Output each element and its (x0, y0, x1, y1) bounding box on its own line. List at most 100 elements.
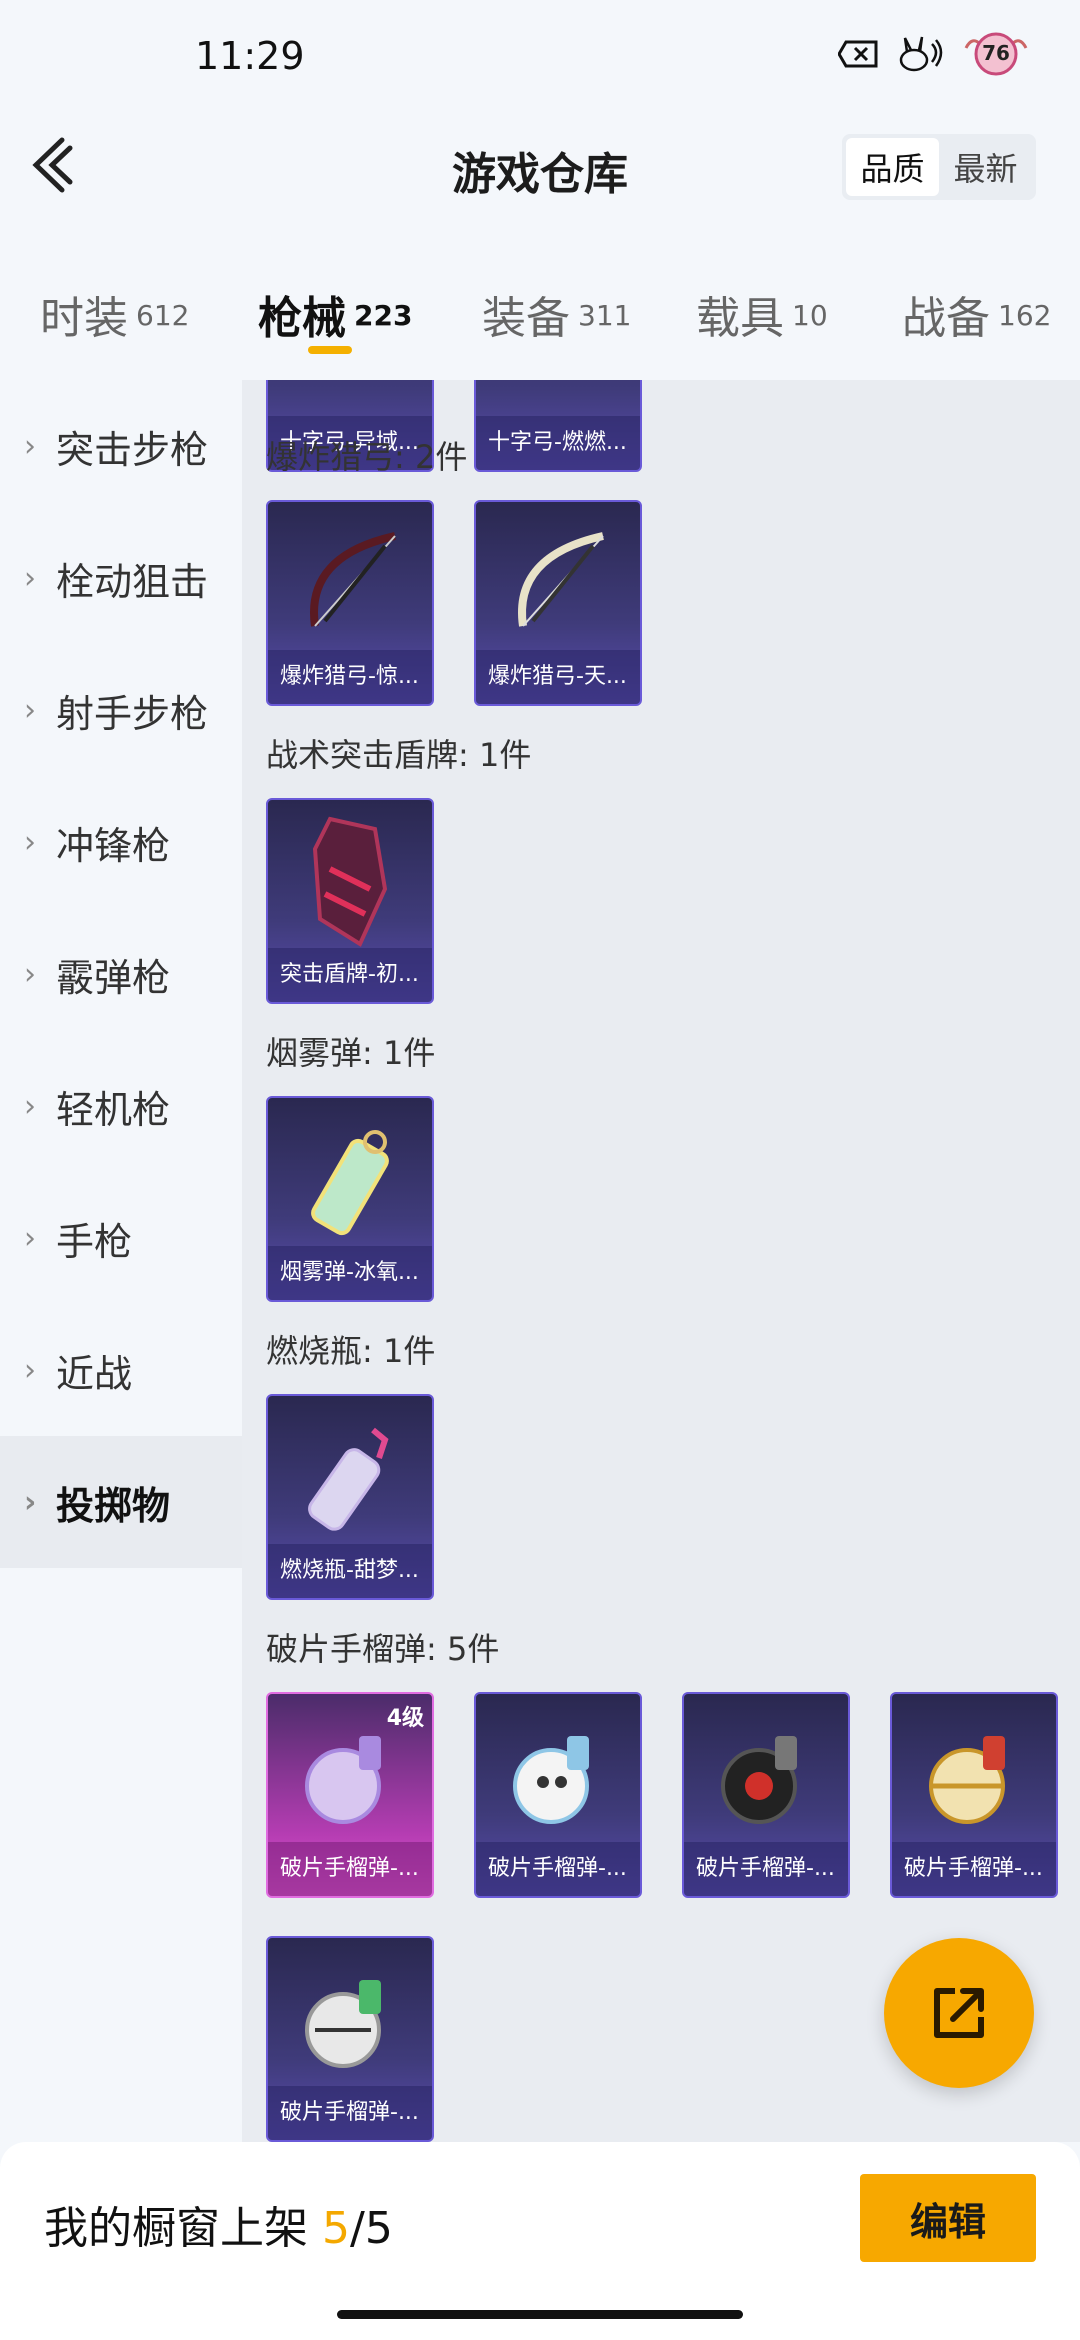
item-card[interactable]: 爆炸猎弓-惊... (266, 500, 434, 706)
item-card[interactable]: 破片手榴弹-... (474, 1692, 642, 1898)
item-card[interactable]: 烟雾弹-冰氧... (266, 1096, 434, 1302)
sidebar-item-bolt-sniper[interactable]: › 栓动狙击 (0, 512, 242, 644)
sidebar-item-label: 手枪 (56, 1219, 133, 1264)
item-name: 破片手榴弹-... (684, 1842, 848, 1896)
item-card[interactable]: 破片手榴弹-... (682, 1692, 850, 1898)
chevron-right-icon: › (24, 824, 36, 860)
grenade-icon (476, 1708, 640, 1838)
tab-count: 612 (136, 299, 190, 332)
status-icons: 76 (838, 30, 1028, 78)
chevron-right-icon: › (24, 428, 36, 464)
grenade-icon (684, 1708, 848, 1838)
item-card[interactable]: 十字弓-燃燃... (474, 380, 642, 472)
sidebar-item-label: 轻机枪 (56, 1087, 171, 1132)
sort-quality-button[interactable]: 品质 (846, 138, 939, 196)
tab-count: 311 (578, 299, 632, 332)
tab-count: 10 (792, 299, 828, 332)
showcase-bar: 我的橱窗上架 5/5 编辑 (0, 2142, 1080, 2340)
home-indicator[interactable] (337, 2310, 743, 2319)
notification-icon (838, 40, 878, 68)
item-card[interactable]: 突击盾牌-初... (266, 798, 434, 1004)
sidebar: › 突击步枪 › 栓动狙击 › 射手步枪 › 冲锋枪 › 霰弹枪 › 轻机枪 › 手枪 › 近战… (0, 380, 242, 2142)
item-name: 破片手榴弹-... (268, 2086, 432, 2140)
item-card[interactable]: 燃烧瓶-甜梦... (266, 1394, 434, 1600)
chevron-right-icon: › (24, 1484, 37, 1520)
item-grid: 十字弓-异域... 十字弓-燃燃... 爆炸猎弓: 2件 爆炸猎弓-惊... 爆… (242, 380, 1080, 2142)
tab-label: 枪械 (258, 293, 346, 344)
active-tab-indicator (308, 346, 352, 354)
showcase-status: 我的橱窗上架 5/5 (44, 2192, 393, 2256)
showcase-total: /5 (350, 2203, 393, 2254)
molotov-icon (268, 1410, 432, 1540)
item-name: 爆炸猎弓-天... (476, 650, 640, 704)
sidebar-item-label: 霰弹枪 (56, 955, 171, 1000)
tab-label: 战备 (902, 293, 990, 344)
tab-guns[interactable]: 枪械 223 (258, 282, 412, 346)
tab-fashion[interactable]: 时装 612 (40, 282, 189, 346)
item-name: 爆炸猎弓-惊... (268, 650, 432, 704)
sidebar-item-marksman-rifle[interactable]: › 射手步枪 (0, 644, 242, 776)
item-name: 破片手榴弹-... (892, 1842, 1056, 1896)
item-name: 十字弓-燃燃... (476, 416, 640, 470)
grenade-icon (892, 1708, 1056, 1838)
tab-count: 223 (354, 299, 413, 332)
item-name: 烟雾弹-冰氧... (268, 1246, 432, 1300)
sort-newest-button[interactable]: 最新 (939, 138, 1032, 196)
group-title: 战术突击盾牌: 1件 (266, 736, 532, 774)
sidebar-item-melee[interactable]: › 近战 (0, 1304, 242, 1436)
showcase-label: 我的橱窗上架 (44, 2203, 322, 2254)
sidebar-item-shotgun[interactable]: › 霰弹枪 (0, 908, 242, 1040)
sidebar-item-lmg[interactable]: › 轻机枪 (0, 1040, 242, 1172)
sidebar-item-label: 近战 (56, 1351, 133, 1396)
edit-button[interactable]: 编辑 (860, 2174, 1036, 2262)
tab-count: 162 (998, 299, 1052, 332)
bow-icon (476, 516, 640, 646)
bow-icon (268, 516, 432, 646)
sidebar-item-smg[interactable]: › 冲锋枪 (0, 776, 242, 908)
group-title: 燃烧瓶: 1件 (266, 1332, 436, 1370)
group-title: 烟雾弹: 1件 (266, 1034, 436, 1072)
group-title: 破片手榴弹: 5件 (266, 1630, 500, 1668)
tab-label: 载具 (696, 293, 784, 344)
smoke-grenade-icon (268, 1112, 432, 1242)
chevron-right-icon: › (24, 1088, 36, 1124)
sidebar-item-label: 冲锋枪 (56, 823, 171, 868)
status-time: 11:29 (195, 34, 305, 78)
battery-level: 76 (982, 41, 1010, 65)
item-card[interactable]: 破片手榴弹-... (890, 1692, 1058, 1898)
item-card[interactable]: 4级 破片手榴弹-... (266, 1692, 434, 1898)
shield-icon (268, 814, 432, 947)
tab-label: 时装 (40, 293, 128, 344)
item-name: 破片手榴弹-... (268, 1842, 432, 1896)
grenade-icon (268, 1708, 432, 1838)
sidebar-item-throwables[interactable]: › 投掷物 (0, 1436, 242, 1568)
chevron-right-icon: › (24, 692, 36, 728)
sidebar-item-label: 栓动狙击 (56, 559, 209, 604)
item-name: 燃烧瓶-甜梦... (268, 1544, 432, 1598)
chevron-right-icon: › (24, 1220, 36, 1256)
tab-supplies[interactable]: 战备 162 (902, 282, 1051, 346)
tab-vehicles[interactable]: 载具 10 (696, 282, 828, 346)
item-card[interactable]: 爆炸猎弓-天... (474, 500, 642, 706)
sidebar-item-pistol[interactable]: › 手枪 (0, 1172, 242, 1304)
share-button[interactable] (884, 1938, 1034, 2088)
sidebar-item-label: 射手步枪 (56, 691, 209, 736)
tab-gear[interactable]: 装备 311 (482, 282, 631, 346)
chevron-right-icon: › (24, 1352, 36, 1388)
item-card[interactable]: 破片手榴弹-... (266, 1936, 434, 2142)
grenade-icon (268, 1952, 432, 2082)
item-name: 突击盾牌-初... (268, 948, 432, 1002)
bunny-wifi-icon (899, 36, 943, 72)
sidebar-item-assault-rifle[interactable]: › 突击步枪 (0, 380, 242, 512)
item-name: 破片手榴弹-... (476, 1842, 640, 1896)
battery-icon: 76 (964, 30, 1028, 78)
sidebar-item-label: 突击步枪 (56, 427, 209, 472)
category-tabs: 时装 612 枪械 223 装备 311 载具 10 战备 162 (0, 260, 1080, 380)
group-title: 爆炸猎弓: 2件 (266, 438, 468, 476)
tab-label: 装备 (482, 293, 570, 344)
showcase-count: 5 (322, 2203, 350, 2254)
chevron-right-icon: › (24, 956, 36, 992)
share-icon (934, 1988, 984, 2038)
chevron-right-icon: › (24, 560, 36, 596)
status-bar: 11:29 76 (0, 0, 1080, 120)
